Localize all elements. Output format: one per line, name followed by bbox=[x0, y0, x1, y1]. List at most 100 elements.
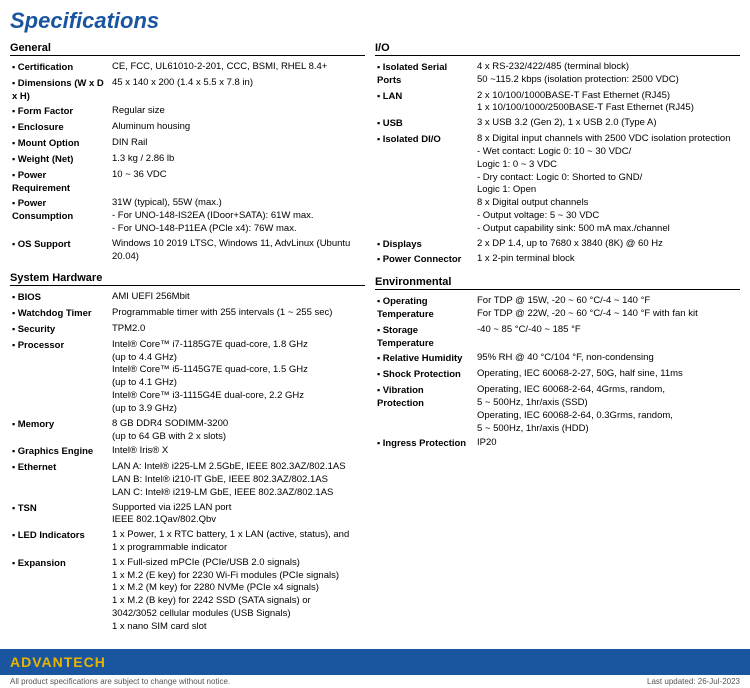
spec-value: 8 x Digital input channels with 2500 VDC… bbox=[475, 132, 740, 237]
spec-label: Dimensions (W x D x H) bbox=[10, 76, 110, 105]
spec-label: Power Consumption bbox=[10, 196, 110, 236]
spec-label: Graphics Engine bbox=[10, 444, 110, 460]
spec-value: 2 x 10/100/1000BASE-T Fast Ethernet (RJ4… bbox=[475, 89, 740, 117]
col-left: General CertificationCE, FCC, UL61010-2-… bbox=[10, 42, 365, 643]
spec-label: Form Factor bbox=[10, 104, 110, 120]
spec-label: Weight (Net) bbox=[10, 152, 110, 168]
spec-value: Supported via i225 LAN portIEEE 802.1Qav… bbox=[110, 501, 365, 529]
table-row: Form FactorRegular size bbox=[10, 104, 365, 120]
spec-label: Certification bbox=[10, 60, 110, 76]
footer-logo: ADVANTECH bbox=[10, 654, 106, 670]
col-right: I/O Isolated Serial Ports4 x RS-232/422/… bbox=[375, 42, 740, 643]
spec-label: Power Requirement bbox=[10, 168, 110, 197]
spec-value: 10 ~ 36 VDC bbox=[110, 168, 365, 197]
table-row: Dimensions (W x D x H)45 x 140 x 200 (1.… bbox=[10, 76, 365, 105]
spec-value: For TDP @ 15W, -20 ~ 60 °C/-4 ~ 140 °FFo… bbox=[475, 294, 740, 323]
table-row: Isolated Serial Ports4 x RS-232/422/485 … bbox=[375, 60, 740, 89]
spec-label: Operating Temperature bbox=[375, 294, 475, 323]
spec-value: Intel® Core™ i7-1185G7E quad-core, 1.8 G… bbox=[110, 338, 365, 417]
spec-value: 3 x USB 3.2 (Gen 2), 1 x USB 2.0 (Type A… bbox=[475, 116, 740, 132]
spec-value: Aluminum housing bbox=[110, 120, 365, 136]
table-row: USB3 x USB 3.2 (Gen 2), 1 x USB 2.0 (Typ… bbox=[375, 116, 740, 132]
spec-value: -40 ~ 85 °C/-40 ~ 185 °F bbox=[475, 323, 740, 352]
table-row: Isolated DI/O8 x Digital input channels … bbox=[375, 132, 740, 237]
spec-label: Ingress Protection bbox=[375, 436, 475, 452]
spec-label: Mount Option bbox=[10, 136, 110, 152]
spec-label: Displays bbox=[375, 237, 475, 253]
spec-value: 1 x Power, 1 x RTC battery, 1 x LAN (act… bbox=[110, 528, 365, 556]
spec-value: 31W (typical), 55W (max.)- For UNO-148-I… bbox=[110, 196, 365, 236]
table-row: Vibration ProtectionOperating, IEC 60068… bbox=[375, 383, 740, 436]
columns: General CertificationCE, FCC, UL61010-2-… bbox=[10, 42, 740, 643]
footer: ADVANTECH bbox=[0, 649, 750, 675]
main-container: Specifications General CertificationCE, … bbox=[0, 0, 750, 643]
table-row: Ingress ProtectionIP20 bbox=[375, 436, 740, 452]
spec-value: TPM2.0 bbox=[110, 322, 365, 338]
spec-label: Memory bbox=[10, 417, 110, 445]
table-row: Relative Humidity95% RH @ 40 °C/104 °F, … bbox=[375, 351, 740, 367]
table-row: Power Connector1 x 2-pin terminal block bbox=[375, 252, 740, 268]
table-row: Mount OptionDIN Rail bbox=[10, 136, 365, 152]
spec-value: Windows 10 2019 LTSC, Windows 11, AdvLin… bbox=[110, 237, 365, 265]
page-title: Specifications bbox=[10, 8, 740, 34]
environmental-table: Operating TemperatureFor TDP @ 15W, -20 … bbox=[375, 294, 740, 452]
table-row: BIOSAMI UEFI 256Mbit bbox=[10, 290, 365, 306]
spec-value: Regular size bbox=[110, 104, 365, 120]
footer-logo-main: VANTECH bbox=[32, 654, 106, 670]
footer-logo-prefix: AD bbox=[10, 654, 32, 670]
table-row: Displays2 x DP 1.4, up to 7680 x 3840 (8… bbox=[375, 237, 740, 253]
spec-value: 1.3 kg / 2.86 lb bbox=[110, 152, 365, 168]
section-io: I/O bbox=[375, 42, 740, 56]
spec-label: BIOS bbox=[10, 290, 110, 306]
table-row: Operating TemperatureFor TDP @ 15W, -20 … bbox=[375, 294, 740, 323]
spec-value: 1 x Full-sized mPCIe (PCIe/USB 2.0 signa… bbox=[110, 556, 365, 635]
spec-label: Storage Temperature bbox=[375, 323, 475, 352]
system-hardware-table: BIOSAMI UEFI 256MbitWatchdog TimerProgra… bbox=[10, 290, 365, 634]
spec-value: 1 x 2-pin terminal block bbox=[475, 252, 740, 268]
spec-value: 4 x RS-232/422/485 (terminal block)50 ~1… bbox=[475, 60, 740, 89]
spec-value: IP20 bbox=[475, 436, 740, 452]
footer-note-left: All product specifications are subject t… bbox=[10, 677, 230, 686]
spec-value: AMI UEFI 256Mbit bbox=[110, 290, 365, 306]
table-row: Memory8 GB DDR4 SODIMM-3200(up to 64 GB … bbox=[10, 417, 365, 445]
table-row: CertificationCE, FCC, UL61010-2-201, CCC… bbox=[10, 60, 365, 76]
spec-value: 95% RH @ 40 °C/104 °F, non-condensing bbox=[475, 351, 740, 367]
section-environmental: Environmental bbox=[375, 276, 740, 290]
table-row: ProcessorIntel® Core™ i7-1185G7E quad-co… bbox=[10, 338, 365, 417]
spec-value: CE, FCC, UL61010-2-201, CCC, BSMI, RHEL … bbox=[110, 60, 365, 76]
spec-value: DIN Rail bbox=[110, 136, 365, 152]
table-row: Watchdog TimerProgrammable timer with 25… bbox=[10, 306, 365, 322]
spec-label: Vibration Protection bbox=[375, 383, 475, 436]
footer-note-right: Last updated: 26-Jul-2023 bbox=[647, 677, 740, 686]
table-row: TSNSupported via i225 LAN portIEEE 802.1… bbox=[10, 501, 365, 529]
table-row: Expansion1 x Full-sized mPCIe (PCIe/USB … bbox=[10, 556, 365, 635]
spec-value: Intel® Iris® X bbox=[110, 444, 365, 460]
table-row: Shock ProtectionOperating, IEC 60068-2-2… bbox=[375, 367, 740, 383]
spec-label: LAN bbox=[375, 89, 475, 117]
table-row: Graphics EngineIntel® Iris® X bbox=[10, 444, 365, 460]
table-row: Power Consumption31W (typical), 55W (max… bbox=[10, 196, 365, 236]
spec-value: 8 GB DDR4 SODIMM-3200(up to 64 GB with 2… bbox=[110, 417, 365, 445]
general-table: CertificationCE, FCC, UL61010-2-201, CCC… bbox=[10, 60, 365, 264]
spec-value: Programmable timer with 255 intervals (1… bbox=[110, 306, 365, 322]
table-row: LED Indicators1 x Power, 1 x RTC battery… bbox=[10, 528, 365, 556]
spec-label: Power Connector bbox=[375, 252, 475, 268]
spec-label: LED Indicators bbox=[10, 528, 110, 556]
spec-label: Isolated DI/O bbox=[375, 132, 475, 237]
table-row: LAN2 x 10/100/1000BASE-T Fast Ethernet (… bbox=[375, 89, 740, 117]
spec-value: Operating, IEC 60068-2-64, 4Grms, random… bbox=[475, 383, 740, 436]
table-row: Storage Temperature-40 ~ 85 °C/-40 ~ 185… bbox=[375, 323, 740, 352]
table-row: EthernetLAN A: Intel® i225-LM 2.5GbE, IE… bbox=[10, 460, 365, 500]
table-row: Weight (Net)1.3 kg / 2.86 lb bbox=[10, 152, 365, 168]
spec-label: Shock Protection bbox=[375, 367, 475, 383]
table-row: EnclosureAluminum housing bbox=[10, 120, 365, 136]
spec-value: 2 x DP 1.4, up to 7680 x 3840 (8K) @ 60 … bbox=[475, 237, 740, 253]
table-row: SecurityTPM2.0 bbox=[10, 322, 365, 338]
section-general: General bbox=[10, 42, 365, 56]
spec-label: Processor bbox=[10, 338, 110, 417]
spec-label: Ethernet bbox=[10, 460, 110, 500]
footer-note: All product specifications are subject t… bbox=[0, 675, 750, 688]
spec-label: Isolated Serial Ports bbox=[375, 60, 475, 89]
spec-label: Security bbox=[10, 322, 110, 338]
spec-label: USB bbox=[375, 116, 475, 132]
